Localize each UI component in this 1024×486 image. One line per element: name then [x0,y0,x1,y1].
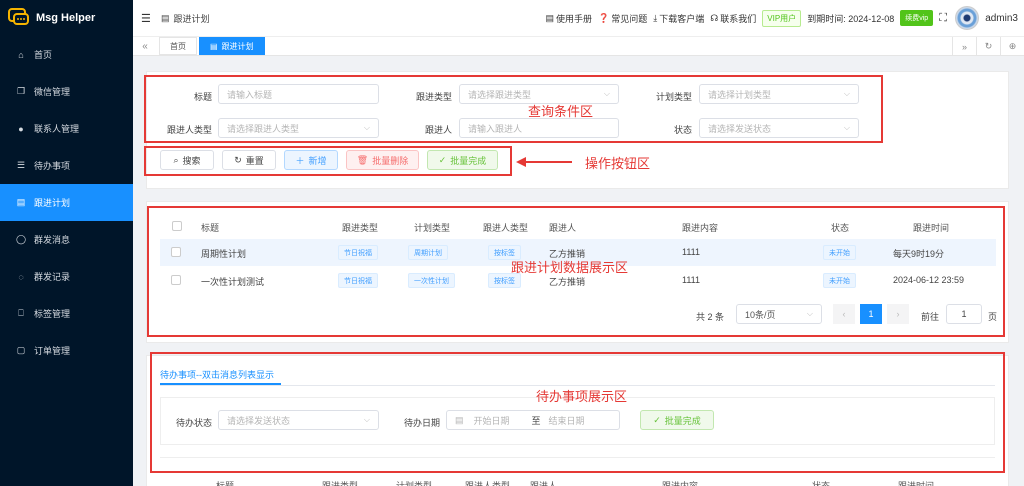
tabs-bar: « 首页 ▤ 跟进计划 » ↻ ⊕ [133,36,1024,56]
data-area-annotation: 跟进计划数据展示区 [511,260,629,275]
sidebar-item-label: 群发记录 [34,272,71,282]
sidebar-item-label: 跟进计划 [34,198,71,208]
todo-column-header: 跟进时间 [898,481,935,486]
document-icon: ▤ [545,12,555,23]
calendar-icon: ▤ [210,41,218,51]
user-icon: ● [18,123,24,134]
breadcrumb-current: 跟进计划 [173,13,210,24]
menu-toggle-icon[interactable]: ☰ [141,12,151,25]
sidebar-item-label: 群发消息 [34,235,71,245]
headset-icon: ☊ [710,12,719,23]
sidebar-item-5[interactable]: ◯ 群发消息 [0,221,133,258]
sidebar-item-4[interactable]: ▤ 跟进计划 [0,184,133,221]
sidebar-item-8[interactable]: ▢ 订单管理 [0,332,133,369]
manual-link[interactable]: ▤ 使用手册 [546,12,593,25]
sidebar-item-7[interactable]: ⎕ 标签管理 [0,295,133,332]
username[interactable]: admin3 [985,13,1018,24]
download-icon: ⤓ [653,12,658,23]
top-header: ☰ ▤ 跟进计划 ▤ 使用手册 ❓ 常见问题 ⤓ 下载客户端 ☊ 联系我们 VIP用户 … [133,0,1024,36]
calendar-icon: ▤ [16,197,26,207]
tab-home[interactable]: 首页 [159,37,197,55]
todo-column-header: 跟进人 [530,481,558,486]
bookmark-icon: ⎕ [18,308,24,318]
breadcrumb: ▤ 跟进计划 [161,12,210,25]
todo-column-header: 计划类型 [396,481,433,486]
query-area-annotation: 查询条件区 [528,104,594,119]
app-name: Msg Helper [36,12,96,24]
vip-badge: VIP用户 [762,9,802,27]
fullscreen-icon[interactable]: ⛶ [939,12,949,25]
refresh-icon[interactable]: ↻ [976,37,1000,56]
todo-column-header: 标题 [216,481,235,486]
action-area-annotation: 操作按钮区 [585,156,651,171]
logo: Msg Helper [0,0,133,36]
sidebar-item-2[interactable]: ● 联系人管理 [0,110,133,147]
sidebar-item-1[interactable]: ❐ 微信管理 [0,73,133,110]
query-area-annotation-box [144,75,883,143]
sidebar-item-label: 订单管理 [34,346,71,356]
tab-options-icon[interactable]: ⊕ [1000,37,1024,56]
contact-link[interactable]: ☊ 联系我们 [710,12,756,25]
todo-area-annotation: 待办事项展示区 [536,389,628,404]
action-area-annotation-box [144,146,512,176]
arrow-left-icon [516,157,572,167]
tabs-scroll-right-icon[interactable]: » [952,37,976,56]
expire-date: 到期时间: 2024-12-08 [807,13,895,24]
sidebar-item-label: 联系人管理 [34,124,80,134]
sidebar-item-label: 标签管理 [34,309,71,319]
chat-dots-icon: ◌ [18,271,24,282]
avatar[interactable] [955,6,980,30]
sidebar-item-3[interactable]: ☰ 待办事项 [0,147,133,184]
sidebar-item-6[interactable]: ◌ 群发记录 [0,258,133,295]
todo-column-header: 状态 [812,481,831,486]
sidebar-item-label: 待办事项 [34,161,71,171]
sidebar-item-label: 首页 [34,50,53,60]
todo-column-header: 跟进人类型 [465,481,511,486]
tabs-scroll-left-icon[interactable]: « [133,41,157,52]
question-icon: ❓ [598,12,610,23]
copy-icon: ❐ [16,86,26,96]
todo-column-header: 跟进内容 [662,481,699,486]
sidebar: Msg Helper ⌂ 首页 ❐ 微信管理 ● 联系人管理 ☰ 待办事项 ▤ 跟进计划 ◯ 群发消息… [0,0,133,486]
faq-link[interactable]: ❓ 常见问题 [598,12,647,25]
tab-follow-plan[interactable]: ▤ 跟进计划 [199,37,265,55]
todo-area-annotation-box [150,352,1005,473]
renew-button[interactable]: 续费vip [900,10,934,26]
calendar-icon: ▤ [161,12,170,23]
download-link[interactable]: ⤓ 下载客户端 [653,12,704,25]
bag-icon: ▢ [16,345,26,355]
chat-icon: ◯ [16,234,27,244]
sidebar-item-label: 微信管理 [34,87,71,97]
todo-column-header: 跟进类型 [322,481,359,486]
list-icon: ☰ [16,160,26,170]
home-icon: ⌂ [18,49,24,60]
sidebar-item-0[interactable]: ⌂ 首页 [0,36,133,73]
logo-icon [8,8,29,25]
